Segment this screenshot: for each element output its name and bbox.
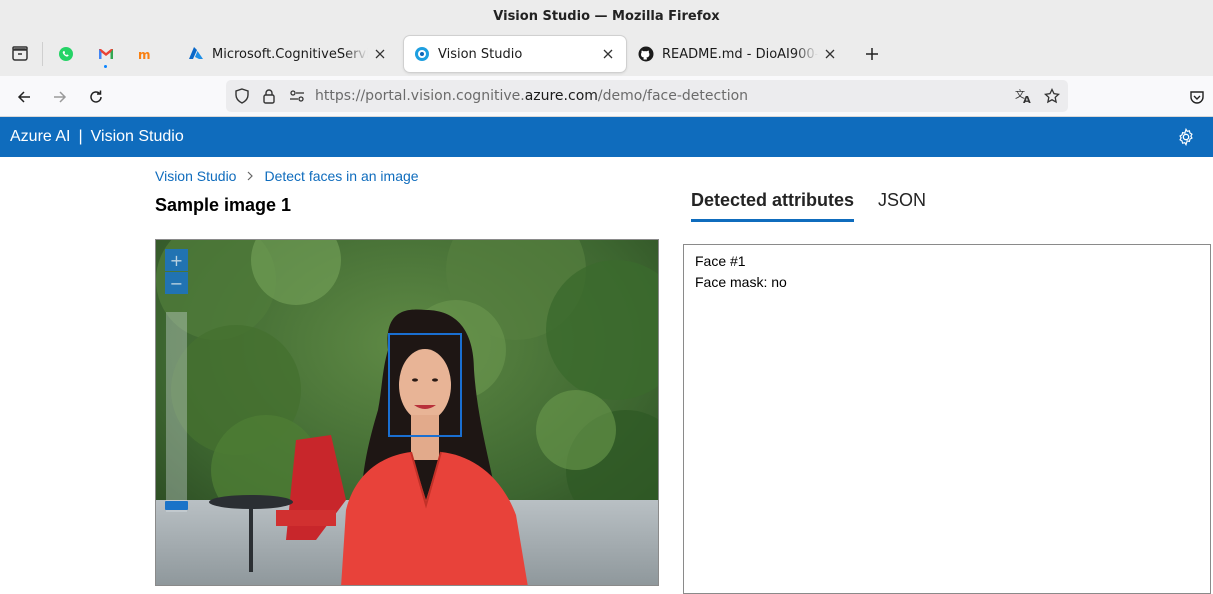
github-icon [638, 46, 654, 62]
url-path: /demo/face-detection [597, 88, 749, 104]
app-header: Azure AI | Vision Studio [0, 117, 1213, 157]
svg-text:A: A [1023, 95, 1031, 104]
gear-icon[interactable] [1177, 128, 1195, 146]
svg-text:m: m [138, 48, 151, 61]
sample-image-title: Sample image 1 [155, 195, 292, 215]
close-icon[interactable] [600, 46, 616, 62]
zoom-out-button[interactable]: − [165, 272, 188, 294]
window-titlebar: Vision Studio — Mozilla Firefox [0, 0, 1213, 32]
image-viewer[interactable]: + − [155, 239, 659, 586]
breadcrumb-detect-faces[interactable]: Detect faces in an image [264, 168, 418, 184]
gmail-icon[interactable] [86, 32, 126, 76]
tab-vision-studio[interactable]: Vision Studio [404, 36, 626, 72]
zoom-in-button[interactable]: + [165, 249, 188, 271]
tracking-protection-icon[interactable] [232, 86, 252, 106]
tab-detected-attributes[interactable]: Detected attributes [691, 190, 855, 222]
plus-icon [866, 48, 878, 60]
brand-label[interactable]: Azure AI [10, 128, 70, 146]
zoom-slider-thumb[interactable] [165, 501, 188, 510]
url-domain: azure.com [524, 88, 598, 104]
back-button[interactable] [11, 84, 37, 110]
face-mask-attribute: Face mask: no [695, 274, 787, 290]
lock-icon[interactable] [259, 86, 279, 106]
pocket-button[interactable] [1184, 84, 1210, 110]
result-tabs: Detected attributes JSON [691, 190, 950, 222]
forward-arrow-icon [54, 91, 67, 103]
translate-icon[interactable]: 文A [1014, 86, 1034, 106]
pinned-tabs: m [0, 32, 166, 76]
product-name[interactable]: Vision Studio [91, 128, 184, 146]
chevron-right-icon [246, 171, 254, 181]
close-icon[interactable] [822, 46, 838, 62]
window-title: Vision Studio — Mozilla Firefox [493, 8, 720, 24]
tab-readme[interactable]: README.md - DioAI900-Ana [628, 36, 848, 72]
tab-label: README.md - DioAI900-Ana [662, 46, 818, 62]
permissions-icon[interactable] [287, 86, 307, 106]
face-bounding-box[interactable] [388, 333, 462, 437]
url-bar[interactable]: https://portal.vision.cognitive.azure.co… [226, 80, 1068, 112]
azure-icon [188, 46, 204, 62]
tab-divider [42, 42, 43, 66]
detected-attributes-panel: Face #1 Face mask: no [683, 244, 1211, 594]
tab-strip: m Microsoft.CognitiveServices Vision Stu… [0, 32, 1213, 76]
header-separator: | [78, 128, 83, 145]
bookmark-star-icon[interactable] [1042, 86, 1062, 106]
url-prefix: https://portal.vision.cognitive. [315, 88, 525, 104]
tab-json[interactable]: JSON [878, 190, 926, 222]
back-arrow-icon [17, 91, 30, 103]
moodle-icon[interactable]: m [126, 32, 166, 76]
breadcrumb: Vision Studio Detect faces in an image [155, 168, 419, 184]
reload-icon [90, 90, 102, 103]
close-icon[interactable] [372, 46, 388, 62]
firefox-view-icon[interactable] [0, 32, 40, 76]
face-number: Face #1 [695, 253, 746, 269]
tab-cognitive-services[interactable]: Microsoft.CognitiveServices [178, 36, 398, 72]
whatsapp-icon[interactable] [46, 32, 86, 76]
tab-label: Microsoft.CognitiveServices [212, 46, 368, 62]
tab-label: Vision Studio [438, 46, 523, 62]
pocket-icon [1190, 91, 1204, 104]
zoom-slider-track[interactable] [166, 312, 187, 512]
url-text[interactable]: https://portal.vision.cognitive.azure.co… [315, 88, 748, 104]
new-tab-button[interactable] [860, 42, 884, 66]
breadcrumb-vision-studio[interactable]: Vision Studio [155, 168, 236, 184]
forward-button[interactable] [47, 84, 73, 110]
reload-button[interactable] [83, 84, 109, 110]
vision-studio-icon [414, 46, 430, 62]
navigation-bar: https://portal.vision.cognitive.azure.co… [0, 76, 1213, 117]
